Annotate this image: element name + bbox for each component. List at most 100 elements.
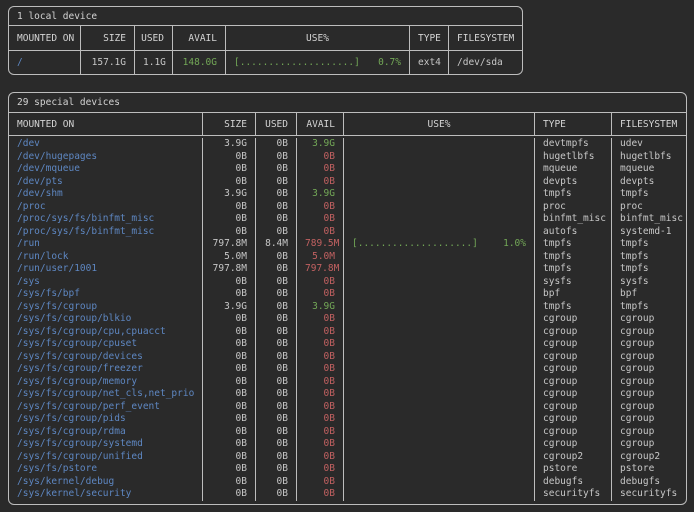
avail-cell: 3.9G [296,301,343,314]
use-percent-cell [343,463,534,476]
used-cell: 0B [255,413,296,426]
avail-cell: 0B [296,451,343,464]
table-row: /sys/fs/cgroup3.9G0B3.9Gtmpfstmpfs [9,301,686,314]
type-cell: devpts [534,176,611,189]
mounted-on-cell: /sys/fs/cgroup [9,301,202,314]
use-percent-cell [343,426,534,439]
mounted-on-cell: /sys/fs/cgroup/systemd [9,438,202,451]
used-cell: 0B [255,151,296,164]
column-header: USED [255,113,296,135]
size-cell: 0B [202,276,255,289]
column-header: SIZE [202,113,255,135]
type-cell: tmpfs [534,301,611,314]
avail-cell: 0B [296,201,343,214]
mounted-on-cell: /run/lock [9,251,202,264]
size-cell: 0B [202,413,255,426]
mounted-on-cell: /dev [9,138,202,151]
table-row: /dev/hugepages0B0B0Bhugetlbfshugetlbfs [9,151,686,164]
filesystem-cell: cgroup [611,313,686,326]
use-percent-cell [343,376,534,389]
size-cell: 3.9G [202,138,255,151]
column-header: SIZE [80,26,134,50]
mounted-on-cell: /sys/fs/cgroup/cpuset [9,338,202,351]
avail-cell: 0B [296,488,343,501]
filesystem-cell: cgroup [611,376,686,389]
special-devices-rows: /dev3.9G0B3.9Gdevtmpfsudev/dev/hugepages… [9,136,686,504]
use-percent-cell [343,151,534,164]
terminal-screen: { "palette":{ "background":"#2a2a2a", "b… [0,0,694,512]
size-cell: 797.8M [202,263,255,276]
filesystem-cell: cgroup [611,401,686,414]
used-cell: 0B [255,176,296,189]
size-cell: 0B [202,351,255,364]
avail-cell: 0B [296,151,343,164]
used-cell: 0B [255,338,296,351]
used-cell: 0B [255,226,296,239]
filesystem-cell: tmpfs [611,188,686,201]
column-header: MOUNTED ON [9,26,80,50]
filesystem-cell: binfmt_misc [611,213,686,226]
type-cell: binfmt_misc [534,213,611,226]
use-percent-cell: [....................]1.0% [343,238,534,251]
used-cell: 0B [255,276,296,289]
mounted-on-cell: /proc [9,201,202,214]
type-cell: hugetlbfs [534,151,611,164]
filesystem-cell: cgroup [611,388,686,401]
use-percent-cell [343,363,534,376]
filesystem-cell: pstore [611,463,686,476]
mounted-on-cell: /sys/fs/cgroup/pids [9,413,202,426]
column-header: FILESYSTEM [611,113,686,135]
filesystem-cell: cgroup [611,351,686,364]
avail-cell: 0B [296,213,343,226]
size-cell: 797.8M [202,238,255,251]
filesystem-cell: /dev/sda [448,51,522,74]
use-percent-cell [343,201,534,214]
used-cell: 0B [255,426,296,439]
type-cell: mqueue [534,163,611,176]
size-cell: 3.9G [202,301,255,314]
type-cell: cgroup [534,413,611,426]
use-percent-cell [343,251,534,264]
special-devices-header-row: MOUNTED ONSIZEUSEDAVAILUSE%TYPEFILESYSTE… [9,113,686,136]
mounted-on-cell: /dev/hugepages [9,151,202,164]
avail-cell: 797.8M [296,263,343,276]
table-row: /sys0B0B0Bsysfssysfs [9,276,686,289]
avail-cell: 0B [296,401,343,414]
use-percent-cell [343,388,534,401]
filesystem-cell: cgroup [611,338,686,351]
table-row: /dev/pts0B0B0Bdevptsdevpts [9,176,686,189]
size-cell: 0B [202,388,255,401]
size-cell: 0B [202,401,255,414]
type-cell: pstore [534,463,611,476]
used-cell: 0B [255,213,296,226]
type-cell: tmpfs [534,251,611,264]
table-row: /proc/sys/fs/binfmt_misc0B0B0Bautofssyst… [9,226,686,239]
size-cell: 0B [202,338,255,351]
used-cell: 1.1G [134,51,172,74]
filesystem-cell: tmpfs [611,301,686,314]
size-cell: 0B [202,476,255,489]
table-row: /run/user/1001797.8M0B797.8Mtmpfstmpfs [9,263,686,276]
use-percent-cell [343,138,534,151]
type-cell: sysfs [534,276,611,289]
local-devices-rows: /157.1G1.1G148.0G[....................]0… [9,51,522,74]
column-header: MOUNTED ON [9,113,202,135]
mounted-on-cell: /sys/fs/cgroup/cpu,cpuacct [9,326,202,339]
avail-cell: 0B [296,163,343,176]
mounted-on-cell: /sys/fs/cgroup/memory [9,376,202,389]
size-cell: 5.0M [202,251,255,264]
mounted-on-cell: /run [9,238,202,251]
used-cell: 0B [255,326,296,339]
mounted-on-cell: /sys/fs/bpf [9,288,202,301]
column-header: USED [134,26,172,50]
table-row: /sys/fs/pstore0B0B0Bpstorepstore [9,463,686,476]
special-devices-table: 29 special devices MOUNTED ONSIZEUSEDAVA… [8,92,687,505]
filesystem-cell: securityfs [611,488,686,501]
table-row: /sys/fs/cgroup/cpu,cpuacct0B0B0Bcgroupcg… [9,326,686,339]
table-row: /sys/fs/cgroup/devices0B0B0Bcgroupcgroup [9,351,686,364]
type-cell: devtmpfs [534,138,611,151]
filesystem-cell: hugetlbfs [611,151,686,164]
used-cell: 0B [255,363,296,376]
table-row: /run/lock5.0M0B5.0Mtmpfstmpfs [9,251,686,264]
mounted-on-cell: /sys [9,276,202,289]
